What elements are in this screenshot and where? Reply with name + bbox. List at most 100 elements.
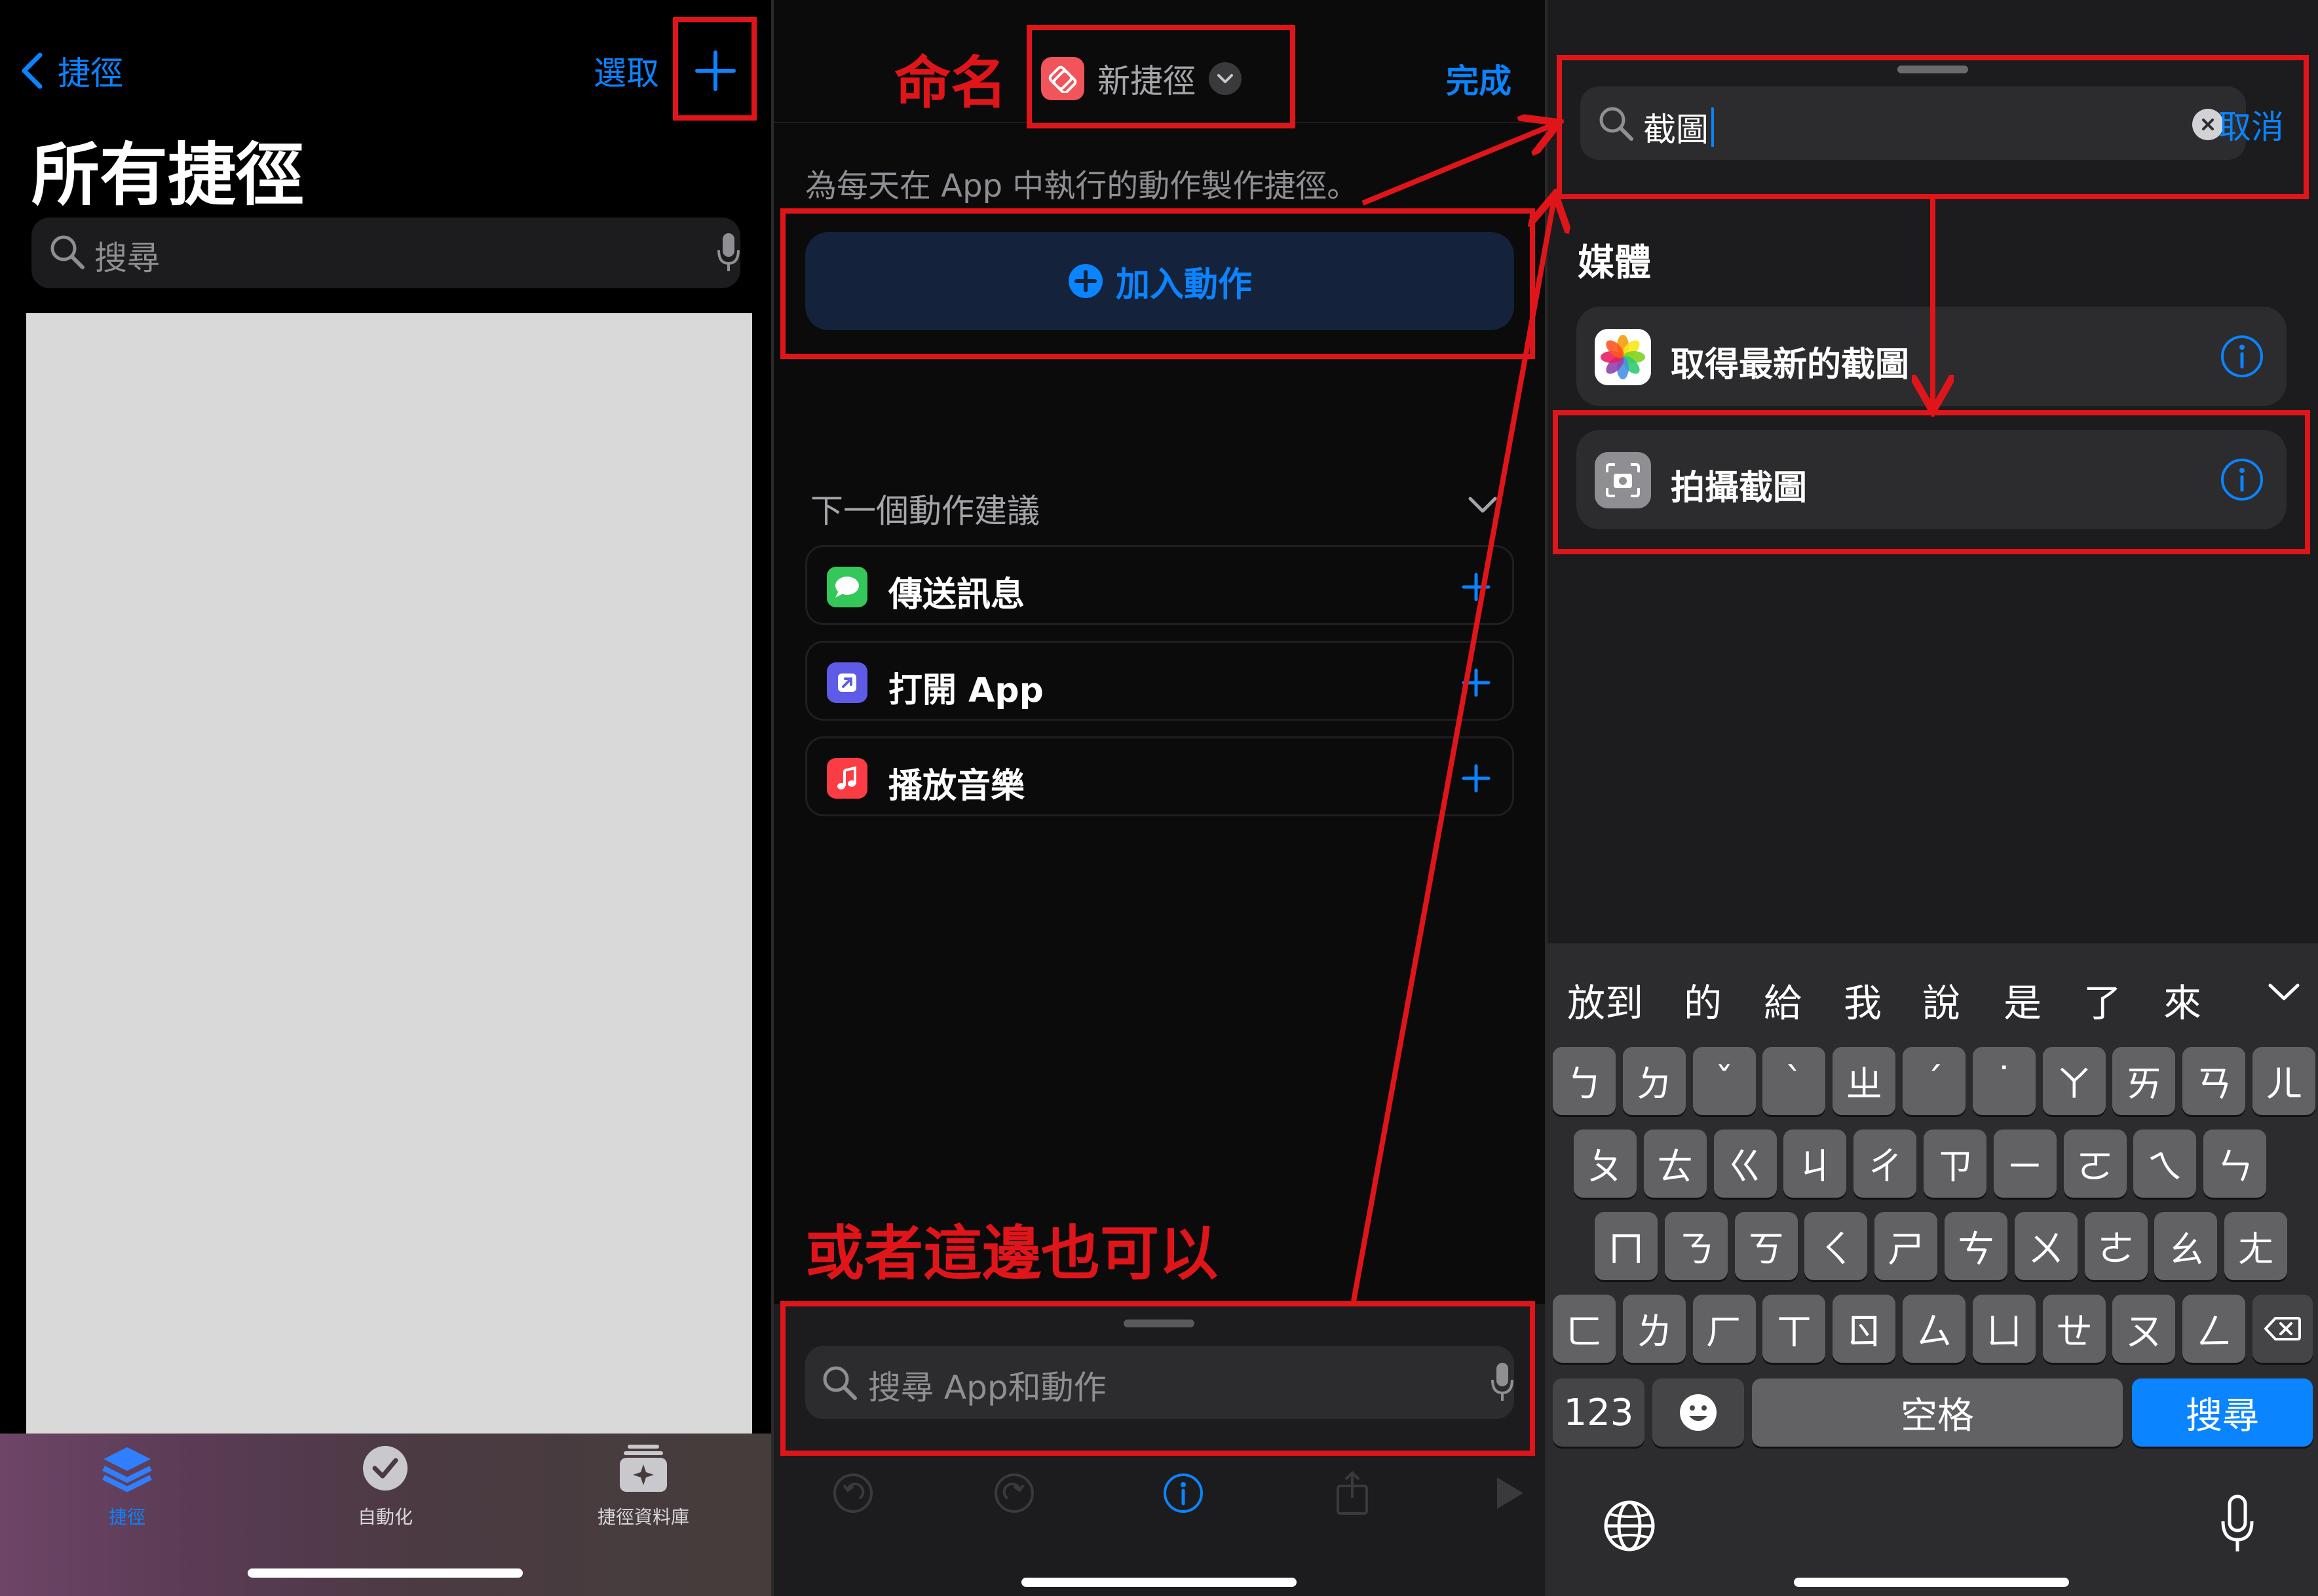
- keyboard-key[interactable]: ㄉ: [1622, 1047, 1686, 1115]
- microphone-icon[interactable]: [715, 229, 742, 276]
- keyboard-key[interactable]: ㄣ: [2203, 1130, 2267, 1198]
- annotation-name-label: 命名: [894, 50, 1007, 116]
- info-icon[interactable]: [2218, 456, 2266, 503]
- keyboard-key[interactable]: ㄡ: [2112, 1295, 2176, 1363]
- keyboard-key[interactable]: ㄕ: [1874, 1212, 1938, 1280]
- globe-icon[interactable]: [1600, 1496, 1659, 1555]
- keyboard-key[interactable]: ㄚ: [2042, 1047, 2106, 1115]
- numbers-key[interactable]: 123: [1553, 1378, 1644, 1447]
- action-search-field[interactable]: 截圖: [1580, 86, 2246, 160]
- home-indicator: [1794, 1578, 2069, 1587]
- candidate-word[interactable]: 說: [1922, 972, 1960, 1027]
- add-shortcut-button[interactable]: [675, 26, 756, 115]
- add-action-label: 加入動作: [1115, 265, 1252, 305]
- keyboard-key[interactable]: ㄦ: [2252, 1047, 2315, 1115]
- keyboard-key[interactable]: ㄠ: [2154, 1212, 2218, 1280]
- result-take-screenshot[interactable]: 拍攝截圖: [1576, 430, 2287, 529]
- keyboard-key[interactable]: ㄍ: [1713, 1130, 1777, 1198]
- keyboard-key[interactable]: ㄇ: [1595, 1212, 1658, 1280]
- back-button[interactable]: 捷徑: [17, 45, 123, 97]
- clock-check-icon: [356, 1439, 415, 1498]
- keyboard-key[interactable]: ˇ: [1692, 1047, 1756, 1115]
- add-action-button[interactable]: 加入動作: [805, 232, 1514, 330]
- keyboard-key[interactable]: ㄌ: [1622, 1295, 1686, 1363]
- done-button[interactable]: 完成: [1446, 55, 1511, 102]
- chevron-down-icon[interactable]: [2264, 972, 2304, 1012]
- candidate-word[interactable]: 的: [1684, 972, 1722, 1027]
- candidate-word[interactable]: 了: [2083, 972, 2121, 1027]
- plus-icon[interactable]: [1456, 758, 1496, 799]
- suggestion-play-music[interactable]: 播放音樂: [805, 736, 1514, 816]
- candidate-word[interactable]: 來: [2163, 972, 2201, 1027]
- tab-automation[interactable]: 自動化: [300, 1439, 470, 1529]
- keyboard-key[interactable]: ㄤ: [2224, 1212, 2288, 1280]
- keyboard-key[interactable]: ㄏ: [1692, 1295, 1756, 1363]
- description-text: 為每天在 App 中執行的動作製作捷徑。: [805, 168, 1359, 204]
- keyboard-key[interactable]: ㄑ: [1804, 1212, 1868, 1280]
- info-icon[interactable]: [1160, 1470, 1206, 1516]
- microphone-icon[interactable]: [2217, 1492, 2258, 1555]
- shortcut-name-button[interactable]: 新捷徑: [1041, 52, 1242, 105]
- screenshot-icon: [1595, 452, 1651, 508]
- redo-icon[interactable]: [991, 1470, 1037, 1516]
- tab-shortcuts[interactable]: 捷徑: [42, 1439, 212, 1529]
- plus-icon[interactable]: [1456, 567, 1496, 607]
- keyboard-key[interactable]: ㄞ: [2112, 1047, 2176, 1115]
- search-key[interactable]: 搜尋: [2132, 1378, 2313, 1447]
- keyboard-key[interactable]: ㄨ: [2014, 1212, 2078, 1280]
- keyboard-key[interactable]: ㄅ: [1553, 1047, 1616, 1115]
- keyboard-key[interactable]: ˋ: [1762, 1047, 1826, 1115]
- undo-icon[interactable]: [830, 1470, 876, 1516]
- keyboard-key[interactable]: ˙: [1972, 1047, 2036, 1115]
- keyboard-key[interactable]: ㄧ: [1993, 1130, 2057, 1198]
- keyboard-key[interactable]: ㄋ: [1664, 1212, 1728, 1280]
- suggestion-send-message[interactable]: 傳送訊息: [805, 545, 1514, 625]
- action-search-field[interactable]: 搜尋 App和動作: [805, 1346, 1514, 1419]
- keyboard-key[interactable]: ㄟ: [2133, 1130, 2197, 1198]
- emoji-key[interactable]: [1652, 1378, 1744, 1447]
- sheet-grabber[interactable]: [1897, 66, 1968, 73]
- candidate-word[interactable]: 給: [1764, 972, 1802, 1027]
- play-icon[interactable]: [1487, 1470, 1532, 1516]
- candidate-word[interactable]: 放到: [1567, 972, 1643, 1027]
- shortcuts-app-icon: [1041, 57, 1084, 100]
- tab-gallery[interactable]: 捷徑資料庫: [558, 1439, 729, 1529]
- keyboard-key[interactable]: ㄎ: [1734, 1212, 1798, 1280]
- keyboard-key[interactable]: ㄢ: [2182, 1047, 2246, 1115]
- share-icon[interactable]: [1329, 1470, 1375, 1516]
- keyboard-key[interactable]: ㄙ: [1903, 1295, 1966, 1363]
- keyboard-key[interactable]: ㄊ: [1643, 1130, 1707, 1198]
- keyboard-key[interactable]: ㄈ: [1553, 1295, 1616, 1363]
- keyboard-key[interactable]: ㄆ: [1574, 1130, 1637, 1198]
- result-get-latest-screenshot[interactable]: 取得最新的截圖: [1576, 307, 2287, 406]
- keyboard-key[interactable]: ㄥ: [2182, 1295, 2246, 1363]
- sheet-grabber[interactable]: [1124, 1320, 1194, 1327]
- keyboard-key[interactable]: ˊ: [1903, 1047, 1966, 1115]
- search-field[interactable]: 搜尋: [31, 218, 740, 288]
- action-search-screen: 截圖 取消 媒體 取得最新的截圖 拍攝截圖 放到 的 給 我 說 是 了 來 ㄅ…: [1548, 0, 2318, 1596]
- keyboard-key[interactable]: ㄩ: [1972, 1295, 2036, 1363]
- plus-icon[interactable]: [1456, 662, 1496, 703]
- cancel-button[interactable]: 取消: [2218, 101, 2284, 148]
- delete-key[interactable]: [2252, 1295, 2313, 1363]
- select-button[interactable]: 選取: [594, 47, 659, 94]
- keyboard-key[interactable]: ㄒ: [1762, 1295, 1826, 1363]
- keyboard-key[interactable]: ㄐ: [1783, 1130, 1847, 1198]
- chevron-down-icon[interactable]: [1463, 489, 1502, 522]
- candidate-word[interactable]: 我: [1844, 972, 1882, 1027]
- keyboard-key[interactable]: ㄜ: [2084, 1212, 2148, 1280]
- keyboard-key[interactable]: ㄔ: [1853, 1130, 1917, 1198]
- keyboard-key[interactable]: ㄓ: [1833, 1047, 1896, 1115]
- space-key[interactable]: 空格: [1752, 1378, 2123, 1447]
- keyboard-key[interactable]: ㄗ: [1924, 1130, 1986, 1198]
- keyboard-key[interactable]: ㄘ: [1945, 1212, 2007, 1280]
- annotation-or-here: 或者這邊也可以: [805, 1219, 1218, 1288]
- search-placeholder: 搜尋 App和動作: [868, 1369, 1107, 1407]
- keyboard-key[interactable]: ㄝ: [2042, 1295, 2106, 1363]
- info-icon[interactable]: [2218, 333, 2266, 380]
- keyboard-key[interactable]: ㄖ: [1833, 1295, 1896, 1363]
- keyboard-key[interactable]: ㄛ: [2063, 1130, 2127, 1198]
- suggestion-open-app[interactable]: 打開 App: [805, 641, 1514, 721]
- candidate-word[interactable]: 是: [2004, 972, 2042, 1027]
- microphone-icon[interactable]: [1489, 1359, 1515, 1406]
